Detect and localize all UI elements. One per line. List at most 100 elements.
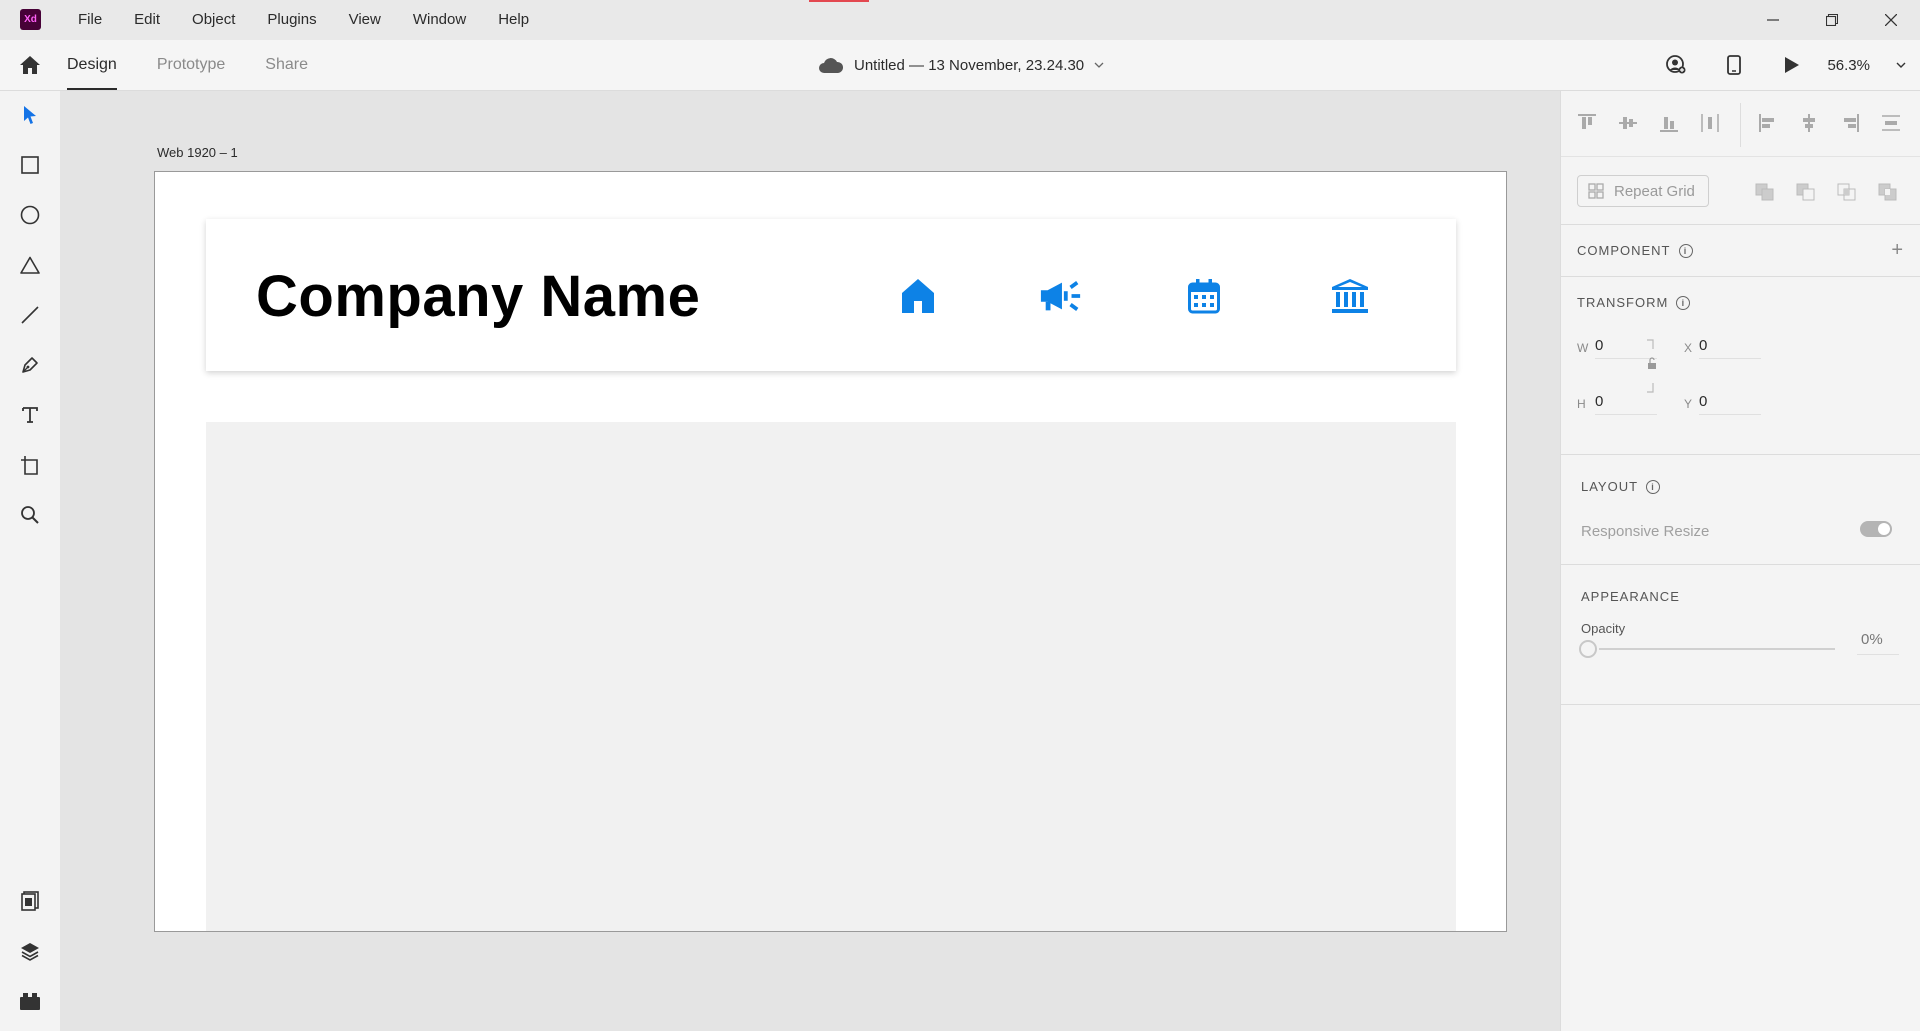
transform-section: TRANSFORM i W 0 X 0 H 0 Y 0 <box>1561 277 1920 455</box>
y-field[interactable]: 0 <box>1699 391 1761 415</box>
layers-icon <box>21 943 39 961</box>
appearance-title: APPEARANCE <box>1581 589 1680 604</box>
add-component-button[interactable]: + <box>1891 239 1903 262</box>
company-name[interactable]: Company Name <box>256 263 700 330</box>
plugins-panel-button[interactable] <box>14 985 46 1017</box>
boolean-subtract-button[interactable] <box>1794 181 1818 203</box>
boolean-add-icon <box>1755 183 1774 201</box>
boolean-exclude-button[interactable] <box>1876 181 1900 203</box>
tab-prototype[interactable]: Prototype <box>157 40 225 90</box>
chevron-down-icon <box>1896 62 1906 68</box>
restore-button[interactable] <box>1802 0 1861 40</box>
home-button[interactable] <box>16 52 44 78</box>
repeat-grid-label: Repeat Grid <box>1614 182 1695 200</box>
site-header[interactable]: Company Name <box>206 219 1456 371</box>
info-icon[interactable]: i <box>1646 479 1661 494</box>
pen-icon <box>22 357 38 373</box>
nav-bank[interactable] <box>1328 274 1372 318</box>
close-icon <box>1884 14 1897 26</box>
responsive-resize-label: Responsive Resize <box>1581 523 1710 540</box>
info-icon[interactable]: i <box>1678 243 1693 258</box>
play-preview-button[interactable] <box>1763 40 1821 90</box>
menu-file[interactable]: File <box>62 0 118 40</box>
align-top-button[interactable] <box>1573 109 1601 137</box>
opacity-field[interactable]: 0% <box>1857 631 1899 655</box>
title-accent-line <box>809 0 869 2</box>
nav-announcements[interactable] <box>1039 274 1083 318</box>
line-tool[interactable] <box>14 299 46 331</box>
invite-button[interactable] <box>1647 40 1705 90</box>
align-left-button[interactable] <box>1754 109 1782 137</box>
cursor-arrow-icon <box>24 106 36 124</box>
assets-panel-button[interactable] <box>14 885 46 917</box>
height-field[interactable]: 0 <box>1595 391 1657 415</box>
text-tool[interactable] <box>14 399 46 431</box>
boolean-add-button[interactable] <box>1753 181 1777 203</box>
menu-plugins[interactable]: Plugins <box>251 0 332 40</box>
menu-object[interactable]: Object <box>176 0 251 40</box>
select-tool[interactable] <box>14 99 46 131</box>
design-canvas[interactable]: Web 1920 – 1 Company Name <box>60 91 1560 1031</box>
transform-title-text: TRANSFORM <box>1577 295 1669 310</box>
device-preview-button[interactable] <box>1705 40 1763 90</box>
artboard-tool[interactable] <box>14 449 46 481</box>
lock-aspect-icon[interactable] <box>1645 339 1657 393</box>
content-placeholder[interactable] <box>206 422 1456 931</box>
distribute-horizontal-button[interactable] <box>1696 109 1724 137</box>
x-field[interactable]: 0 <box>1699 335 1761 359</box>
document-title-dropdown[interactable]: Untitled — 13 November, 23.24.30 <box>818 40 1104 90</box>
zoom-dropdown[interactable]: 56.3% <box>1821 57 1920 74</box>
ellipse-tool[interactable] <box>14 199 46 231</box>
align-toolbar <box>1561 91 1920 157</box>
nav-home[interactable] <box>896 274 940 318</box>
x-label: X <box>1684 341 1693 355</box>
rectangle-icon <box>21 156 39 174</box>
menu-bar: Xd File Edit Object Plugins View Window … <box>0 0 1920 40</box>
align-center-button[interactable] <box>1795 109 1823 137</box>
distribute-vertical-button[interactable] <box>1877 109 1905 137</box>
transform-title: TRANSFORM i <box>1577 295 1691 310</box>
app-logo[interactable]: Xd <box>20 9 41 30</box>
megaphone-icon <box>1040 281 1081 311</box>
opacity-slider-thumb[interactable] <box>1579 640 1597 658</box>
menu-window[interactable]: Window <box>397 0 482 40</box>
user-add-icon <box>1666 55 1686 74</box>
rectangle-tool[interactable] <box>14 149 46 181</box>
repeat-grid-row: Repeat Grid <box>1561 157 1920 225</box>
responsive-resize-toggle[interactable] <box>1860 521 1892 537</box>
play-icon <box>1785 57 1800 73</box>
align-bottom-icon <box>1660 117 1678 132</box>
distribute-vertical-icon <box>1882 115 1900 131</box>
opacity-slider-track[interactable] <box>1599 648 1835 650</box>
home-icon <box>20 56 40 74</box>
assets-icon <box>21 891 39 911</box>
zoom-tool[interactable] <box>14 499 46 531</box>
height-label: H <box>1577 397 1586 411</box>
boolean-intersect-button[interactable] <box>1835 181 1859 203</box>
menu-view[interactable]: View <box>333 0 397 40</box>
align-right-button[interactable] <box>1836 109 1864 137</box>
repeat-grid-button[interactable]: Repeat Grid <box>1577 175 1709 207</box>
triangle-icon <box>20 256 40 274</box>
menu-edit[interactable]: Edit <box>118 0 176 40</box>
search-icon <box>21 506 39 524</box>
info-icon[interactable]: i <box>1676 295 1691 310</box>
nav-calendar[interactable] <box>1182 274 1226 318</box>
layout-title: LAYOUT i <box>1581 479 1661 494</box>
text-icon <box>22 407 38 423</box>
close-window-button[interactable] <box>1861 0 1920 40</box>
repeat-grid-icon <box>1588 183 1604 199</box>
tab-share[interactable]: Share <box>265 40 308 90</box>
pen-tool[interactable] <box>14 349 46 381</box>
minimize-button[interactable] <box>1743 0 1802 40</box>
artboard-label[interactable]: Web 1920 – 1 <box>157 145 238 160</box>
artboard[interactable]: Company Name <box>154 171 1507 932</box>
menu-help[interactable]: Help <box>482 0 545 40</box>
align-separator <box>1740 103 1741 147</box>
align-bottom-button[interactable] <box>1655 109 1683 137</box>
tab-design[interactable]: Design <box>67 40 117 90</box>
polygon-tool[interactable] <box>14 249 46 281</box>
align-middle-button[interactable] <box>1614 109 1642 137</box>
window-controls <box>1743 0 1920 40</box>
layers-panel-button[interactable] <box>14 935 46 967</box>
